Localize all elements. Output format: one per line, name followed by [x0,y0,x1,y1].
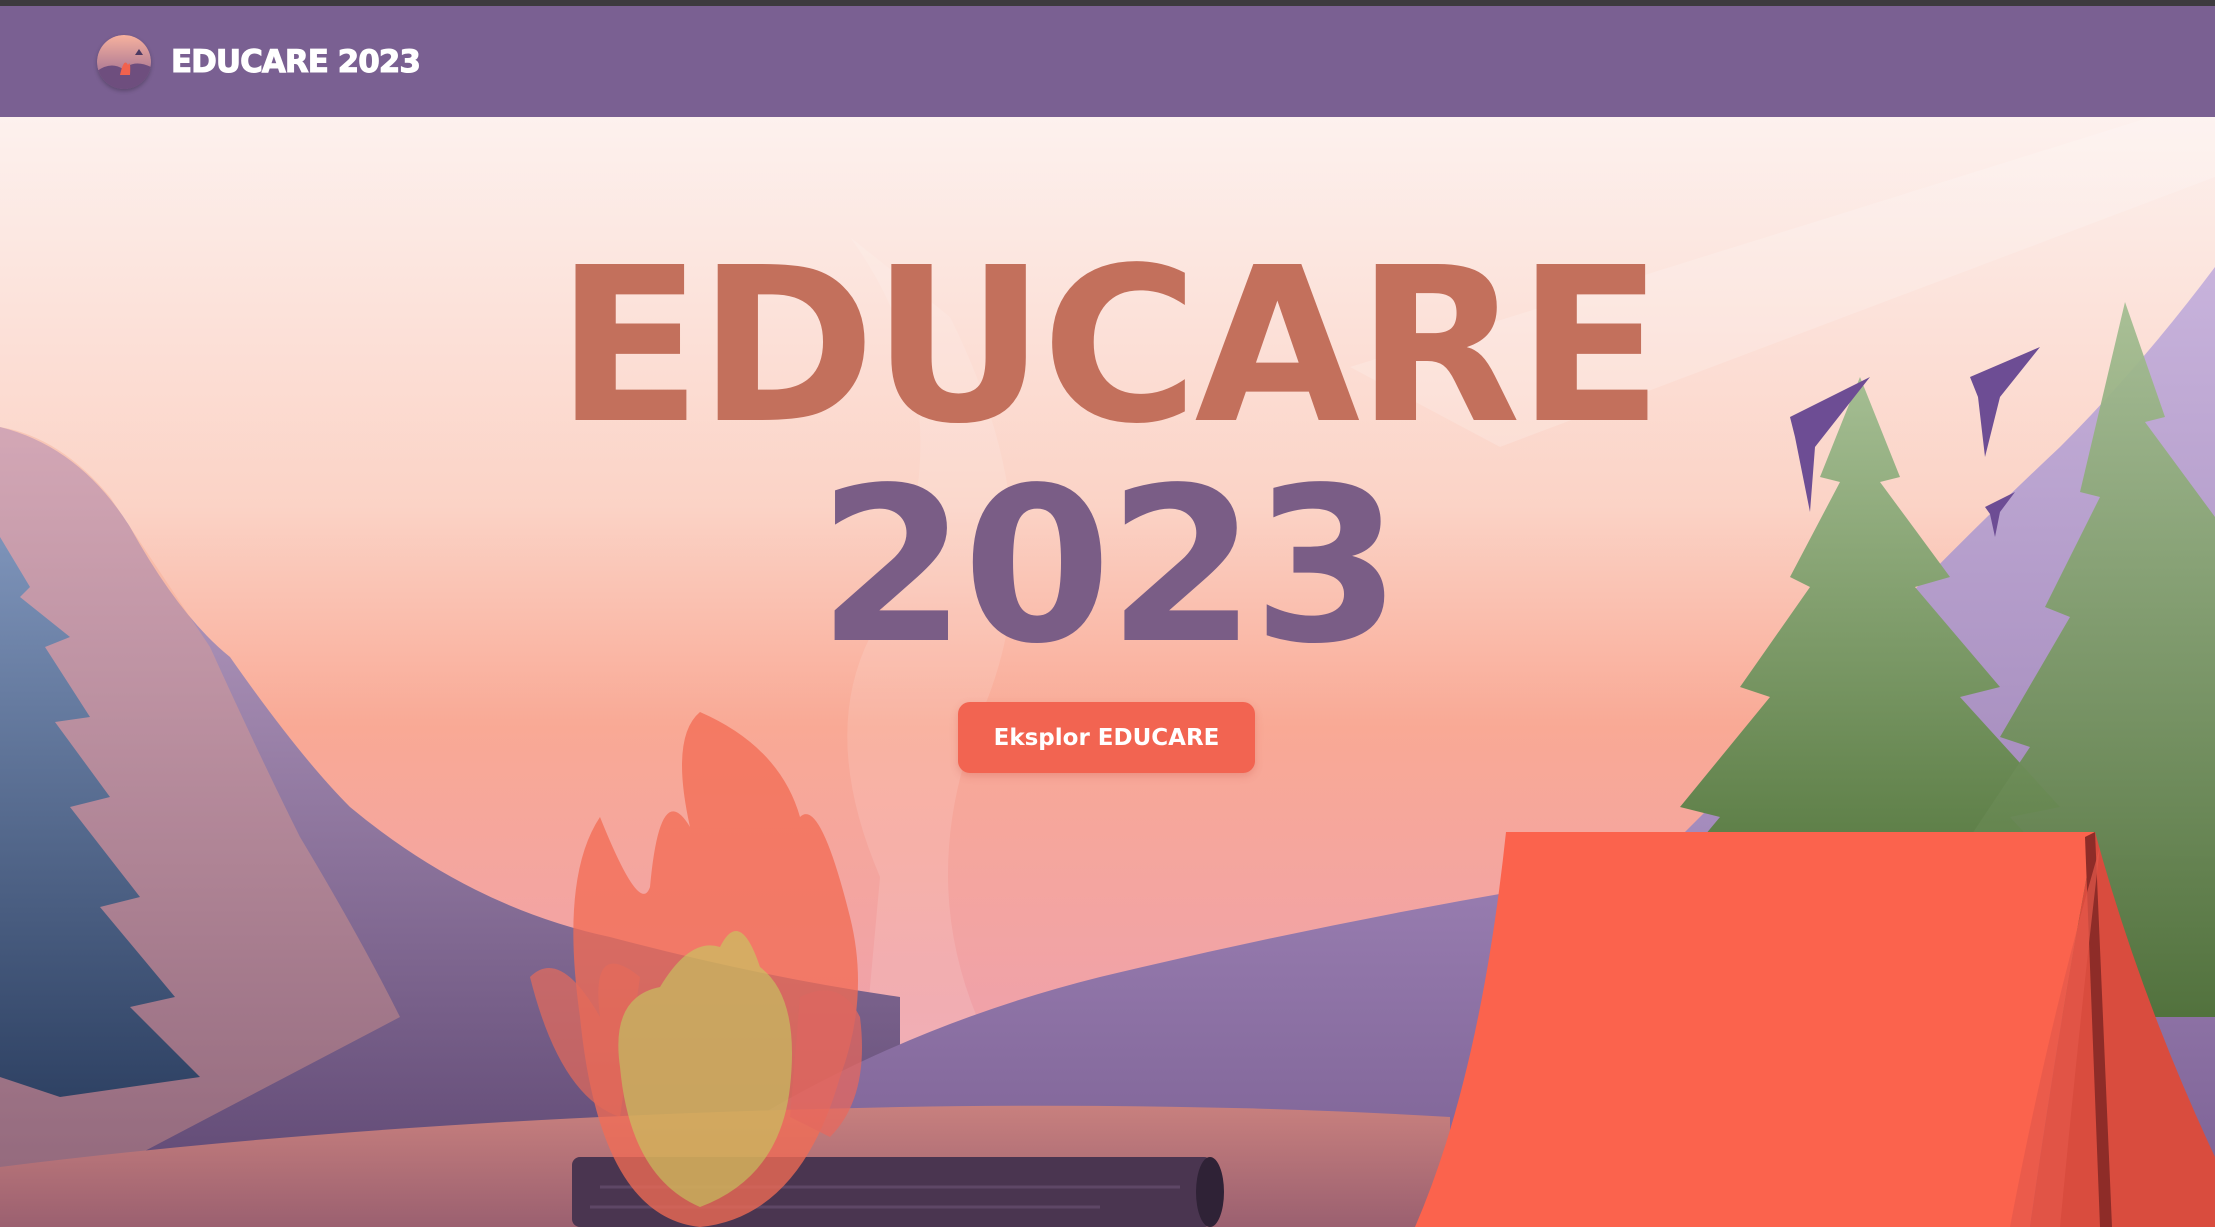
campfire-logo-icon [97,34,151,89]
hero-title-year: 2023 [817,442,1402,691]
browser-top-edge [0,0,2215,6]
brand-title: EDUCARE 2023 [171,43,422,80]
navbar: EDUCARE 2023 [0,6,2215,117]
hero-title-educare: EDUCARE [555,222,1663,471]
brand-link[interactable]: EDUCARE 2023 [97,34,422,89]
page: EDUCARE 2023 EDUCARE 2023 Eksplor EDUCAR… [0,0,2215,1227]
tent-illustration [1415,832,2215,1227]
explore-educare-button[interactable]: Eksplor EDUCARE [958,702,1255,773]
